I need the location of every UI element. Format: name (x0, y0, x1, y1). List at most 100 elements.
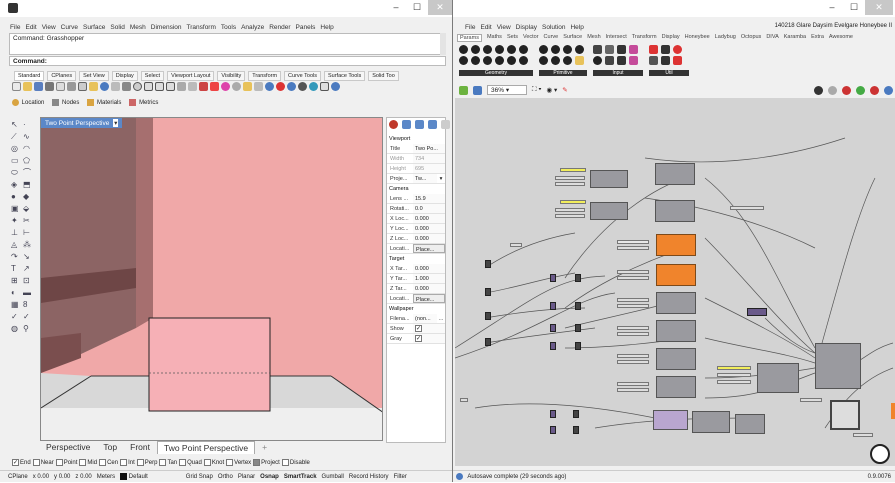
component-node[interactable] (757, 363, 799, 393)
slider-yellow[interactable] (560, 168, 586, 172)
preview-mesh-icon[interactable] (870, 85, 879, 95)
object-props-icon[interactable] (389, 120, 398, 129)
util-params[interactable] (649, 45, 683, 65)
osnap-tan[interactable]: Tan (159, 459, 177, 466)
osnap-perp[interactable]: Perp (136, 459, 157, 466)
osnap-mid[interactable]: Mid (79, 459, 97, 466)
param-node[interactable] (550, 410, 556, 418)
gh-tab-sets[interactable]: Sets (507, 34, 518, 42)
slider-yellow[interactable] (560, 200, 586, 204)
properties-icon[interactable] (56, 82, 65, 91)
primitive-group-label[interactable]: Primitive (539, 70, 587, 76)
menu-analyze[interactable]: Analyze (241, 22, 264, 33)
show-checkbox[interactable]: ✓ (413, 324, 445, 333)
param-node[interactable] (550, 324, 556, 332)
maximize-button[interactable]: ☐ (406, 0, 428, 15)
viewport-two-point-perspective[interactable]: Two Point Perspective ▾ (40, 117, 383, 441)
rotation-field[interactable]: 0.0 (413, 204, 445, 213)
undo-icon[interactable] (100, 82, 109, 91)
zoom-selected-icon[interactable] (166, 82, 175, 91)
rectangle-tools[interactable]: ▭ ⬠ (10, 154, 38, 166)
component-node[interactable] (656, 348, 696, 370)
filename-field[interactable]: (non... (413, 314, 437, 323)
gh-tab-extra[interactable]: Extra (811, 34, 824, 42)
gh-tab-awesome[interactable]: Awesome (829, 34, 853, 42)
gh-tab-display[interactable]: Display (662, 34, 680, 42)
tab-two-point-perspective[interactable]: Two Point Perspective (156, 441, 256, 454)
slider[interactable] (717, 373, 751, 377)
param-node[interactable] (575, 342, 581, 350)
component-node[interactable] (655, 200, 695, 222)
menu-solid[interactable]: Solid (110, 22, 124, 33)
slider[interactable] (617, 382, 649, 386)
close-button[interactable]: ✕ (428, 0, 452, 15)
materials-tab[interactable]: Materials (87, 99, 121, 106)
slider[interactable] (717, 380, 751, 384)
tab-set-view[interactable]: Set View (79, 71, 109, 81)
ztar-field[interactable]: 0.000 (413, 284, 445, 293)
osnap-knot[interactable]: Knot (203, 459, 224, 466)
rendered-icon[interactable] (232, 82, 241, 91)
gh-menu-help[interactable]: Help (570, 22, 583, 33)
shaded-icon[interactable] (221, 82, 230, 91)
gh-sketch-icon[interactable]: ✎ (562, 86, 567, 94)
tab-select[interactable]: Select (140, 71, 165, 81)
component-node[interactable] (735, 414, 765, 434)
print-icon[interactable] (45, 82, 54, 91)
component-node[interactable] (830, 400, 860, 430)
tab-standard[interactable]: Standard (14, 71, 45, 81)
osnap-near[interactable]: Near (32, 459, 54, 466)
slider[interactable] (617, 332, 649, 336)
menu-dimension[interactable]: Dimension (151, 22, 182, 33)
zoom-window-icon[interactable] (144, 82, 153, 91)
param-node[interactable] (575, 324, 581, 332)
tab-display[interactable]: Display (111, 71, 138, 81)
zoom-icon[interactable] (133, 82, 142, 91)
ellipse-tools[interactable]: ⬭ ⌒ (10, 166, 38, 178)
geometry-params[interactable] (459, 45, 529, 65)
menu-transform[interactable]: Transform (187, 22, 216, 33)
gh-tab-diva[interactable]: DIVA (766, 34, 778, 42)
slider[interactable] (617, 326, 649, 330)
param-node[interactable] (485, 312, 491, 320)
lens-field[interactable]: 15.9 (413, 194, 445, 203)
command-line[interactable]: Command: (9, 56, 446, 66)
osnap-project[interactable]: Project (253, 459, 280, 466)
dimension-tools[interactable]: ⊥ ⊢ (10, 226, 38, 238)
minimize-button[interactable]: – (385, 0, 407, 15)
layer-tools[interactable]: ▦ 8 (10, 298, 38, 310)
component-node[interactable] (653, 410, 688, 430)
gh-settings-icon[interactable] (884, 85, 893, 95)
zloc-field[interactable]: 0.000 (413, 234, 445, 243)
material-icon[interactable] (298, 82, 307, 91)
circle-tools[interactable]: ◎ ◠ (10, 142, 38, 154)
osnap-cen[interactable]: Cen (99, 459, 118, 466)
options-icon[interactable] (320, 82, 329, 91)
osnap-end[interactable]: ✓ End (12, 459, 31, 466)
gh-tab-mesh[interactable]: Mesh (587, 34, 600, 42)
slider[interactable] (555, 176, 585, 180)
slider[interactable] (617, 270, 649, 274)
tab-cplanes[interactable]: CPlanes (47, 71, 77, 81)
menu-mesh[interactable]: Mesh (130, 22, 146, 33)
component-node[interactable] (692, 411, 730, 433)
layer-indicator[interactable]: Default (120, 471, 148, 482)
menu-panels[interactable]: Panels (296, 22, 316, 33)
open-icon[interactable] (23, 82, 32, 91)
paste-icon[interactable] (89, 82, 98, 91)
preview-off-icon[interactable] (814, 85, 823, 95)
slider[interactable] (617, 354, 649, 358)
rotate-view-icon[interactable] (122, 82, 131, 91)
slider[interactable] (617, 246, 649, 250)
display-props-icon[interactable] (428, 120, 437, 129)
units-label[interactable]: Meters (97, 471, 115, 482)
planar-toggle[interactable]: Planar (238, 471, 255, 482)
param-node[interactable] (747, 308, 767, 316)
tab-surface-tools[interactable]: Surface Tools (324, 71, 366, 81)
osnap-vertex[interactable]: Vertex (226, 459, 251, 466)
smarttrack-toggle[interactable]: SmartTrack (284, 471, 317, 482)
gh-tab-surface[interactable]: Surface (563, 34, 582, 42)
param-node[interactable] (573, 426, 579, 434)
zoom-level[interactable]: 36% ▾ (487, 85, 527, 95)
xtar-field[interactable]: 0.000 (413, 264, 445, 273)
